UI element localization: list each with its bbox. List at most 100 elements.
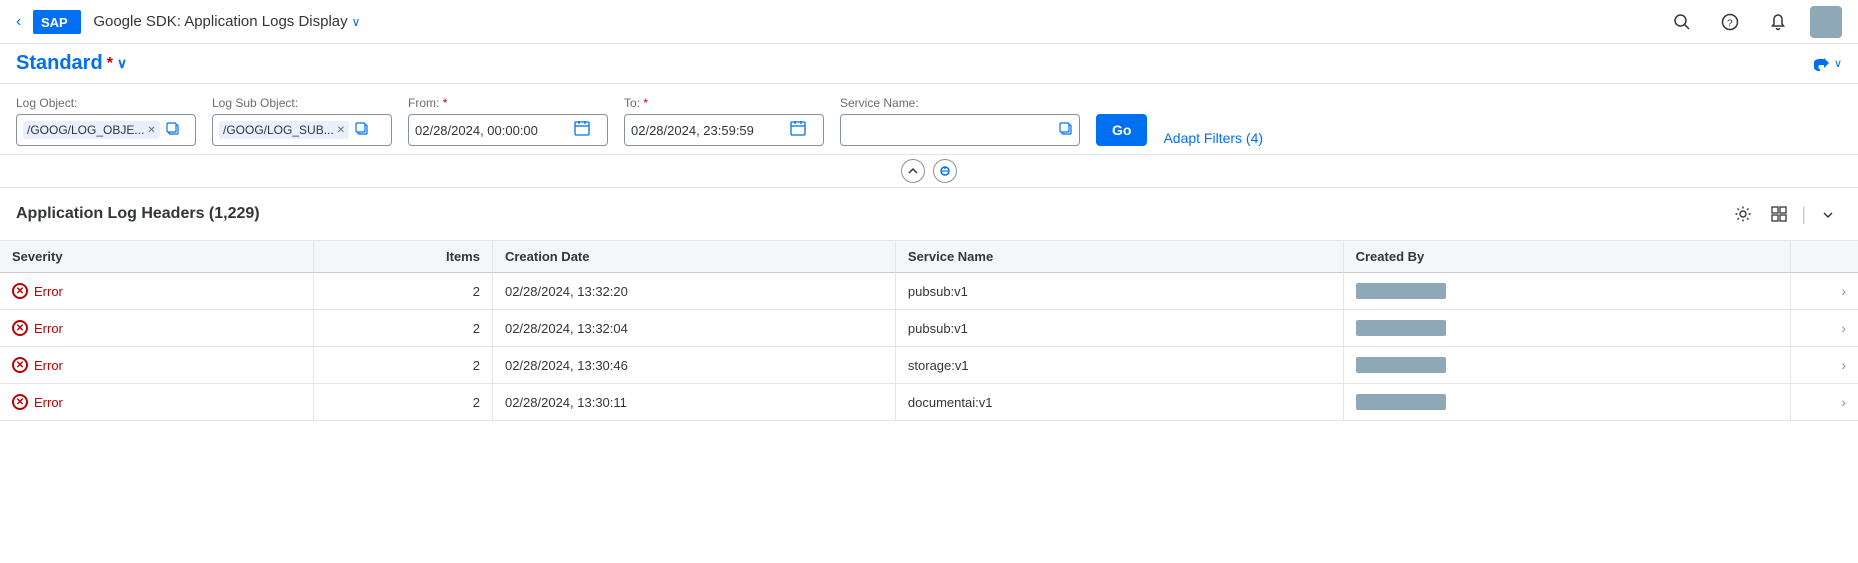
cell-created-by-2 [1343,347,1791,384]
cell-creation-date-2: 02/28/2024, 13:30:46 [492,347,895,384]
view-title-chevron-icon[interactable]: ∨ [117,55,127,72]
top-nav: ‹ SAP Google SDK: Application Logs Displ… [0,0,1858,44]
created-by-blur-3 [1356,394,1446,410]
nav-title-chevron-icon[interactable]: ∨ [352,15,361,29]
log-sub-object-copy-icon[interactable] [355,122,369,139]
severity-label-2: Error [34,358,63,373]
cell-service-name-0: pubsub:v1 [895,273,1343,310]
log-table: Severity Items Creation Date Service Nam… [0,241,1858,421]
cell-service-name-1: pubsub:v1 [895,310,1343,347]
to-date-input-wrap[interactable] [624,114,824,146]
cell-creation-date-3: 02/28/2024, 13:30:11 [492,384,895,421]
created-by-blur-2 [1356,357,1446,373]
from-date-input[interactable] [415,123,570,138]
to-date-input[interactable] [631,123,786,138]
grid-layout-button[interactable] [1765,200,1793,228]
pin-button[interactable] [933,159,957,183]
log-sub-object-input-wrap: /GOOG/LOG_SUB... ✕ [212,114,392,146]
table-row[interactable]: ✕ Error 2 02/28/2024, 13:30:11 documenta… [0,384,1858,421]
error-icon-3: ✕ [12,394,28,410]
log-object-value: /GOOG/LOG_OBJE... [27,123,144,137]
log-sub-object-clear-icon[interactable]: ✕ [337,125,345,136]
cell-creation-date-1: 02/28/2024, 13:32:04 [492,310,895,347]
col-header-created-by: Created By [1343,241,1791,273]
cell-severity-3: ✕ Error [0,384,313,421]
service-name-copy-icon[interactable] [1059,122,1073,139]
log-object-clear-icon[interactable]: ✕ [147,125,155,136]
view-title: Standard* ∨ [16,52,127,75]
cell-severity-2: ✕ Error [0,347,313,384]
table-section: Application Log Headers (1,229) | [0,188,1858,421]
table-row[interactable]: ✕ Error 2 02/28/2024, 13:30:46 storage:v… [0,347,1858,384]
service-name-input-wrap[interactable] [840,114,1080,146]
service-name-input[interactable] [847,123,1055,138]
search-button[interactable] [1666,6,1698,38]
svg-text:SAP: SAP [41,15,68,30]
created-by-blur-0 [1356,283,1446,299]
severity-error-0: ✕ Error [12,283,301,299]
cell-severity-1: ✕ Error [0,310,313,347]
table-actions-divider: | [1801,204,1806,225]
sap-logo: SAP [33,10,81,34]
adapt-filters-button[interactable]: Adapt Filters (4) [1163,130,1263,146]
notifications-button[interactable] [1762,6,1794,38]
cell-arrow-2[interactable]: › [1791,347,1858,384]
cell-created-by-0 [1343,273,1791,310]
sub-nav-actions: ∨ [1814,55,1842,73]
table-row[interactable]: ✕ Error 2 02/28/2024, 13:32:04 pubsub:v1… [0,310,1858,347]
cell-arrow-1[interactable]: › [1791,310,1858,347]
go-button[interactable]: Go [1096,114,1147,146]
log-object-input-wrap: /GOOG/LOG_OBJE... ✕ [16,114,196,146]
cell-arrow-3[interactable]: › [1791,384,1858,421]
col-header-creation-date: Creation Date [492,241,895,273]
from-date-input-wrap[interactable] [408,114,608,146]
cell-items-0: 2 [313,273,492,310]
error-icon-2: ✕ [12,357,28,373]
from-label: From: * [408,96,608,110]
table-row[interactable]: ✕ Error 2 02/28/2024, 13:32:20 pubsub:v1… [0,273,1858,310]
log-sub-object-tag: /GOOG/LOG_SUB... ✕ [219,121,349,139]
cell-created-by-3 [1343,384,1791,421]
log-sub-object-label: Log Sub Object: [212,96,392,110]
log-object-copy-icon[interactable] [166,122,180,139]
help-button[interactable]: ? [1714,6,1746,38]
collapse-row [0,155,1858,188]
svg-text:?: ? [1727,18,1733,29]
cell-items-1: 2 [313,310,492,347]
log-object-tag: /GOOG/LOG_OBJE... ✕ [23,121,160,139]
severity-error-2: ✕ Error [12,357,301,373]
service-name-label: Service Name: [840,96,1080,110]
to-label-text: To: [624,96,640,110]
settings-button[interactable] [1729,200,1757,228]
nav-title-text: Google SDK: Application Logs Display [93,13,347,30]
share-button[interactable]: ∨ [1814,55,1842,73]
cell-service-name-2: storage:v1 [895,347,1343,384]
from-filter: From: * [408,96,608,146]
log-object-filter: Log Object: /GOOG/LOG_OBJE... ✕ [16,96,196,146]
to-filter: To: * [624,96,824,146]
back-button[interactable]: ‹ [16,13,21,31]
table-header-bar: Application Log Headers (1,229) | [0,188,1858,241]
to-required: * [643,96,648,110]
cell-arrow-0[interactable]: › [1791,273,1858,310]
log-sub-object-value: /GOOG/LOG_SUB... [223,123,334,137]
error-icon-0: ✕ [12,283,28,299]
log-object-label: Log Object: [16,96,196,110]
created-by-blur-1 [1356,320,1446,336]
table-expand-button[interactable] [1814,200,1842,228]
collapse-button[interactable] [901,159,925,183]
view-title-asterisk: * [107,55,113,73]
to-calendar-icon[interactable] [790,120,806,140]
error-icon-1: ✕ [12,320,28,336]
cell-items-3: 2 [313,384,492,421]
filter-row: Log Object: /GOOG/LOG_OBJE... ✕ Log Sub … [16,96,1842,146]
nav-title: Google SDK: Application Logs Display ∨ [93,13,1654,30]
filter-bar: Log Object: /GOOG/LOG_OBJE... ✕ Log Sub … [0,84,1858,155]
table-header-row: Severity Items Creation Date Service Nam… [0,241,1858,273]
col-header-items: Items [313,241,492,273]
sub-nav: Standard* ∨ ∨ [0,44,1858,84]
col-header-service-name: Service Name [895,241,1343,273]
nav-icons: ? [1666,6,1842,38]
col-header-severity: Severity [0,241,313,273]
from-calendar-icon[interactable] [574,120,590,140]
